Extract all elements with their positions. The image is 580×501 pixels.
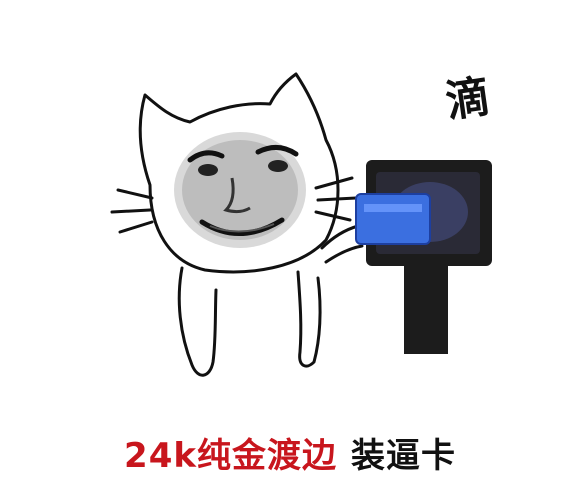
caption-rest: 装逼卡: [350, 436, 456, 476]
blue-card: [355, 193, 431, 245]
face-photo: [174, 132, 306, 248]
sound-effect-text: 滴: [442, 71, 494, 128]
caption-highlight: 24k纯金渡边: [124, 436, 337, 476]
caption: 24k纯金渡边 装逼卡: [0, 428, 580, 484]
card-reader-device: [366, 160, 492, 354]
